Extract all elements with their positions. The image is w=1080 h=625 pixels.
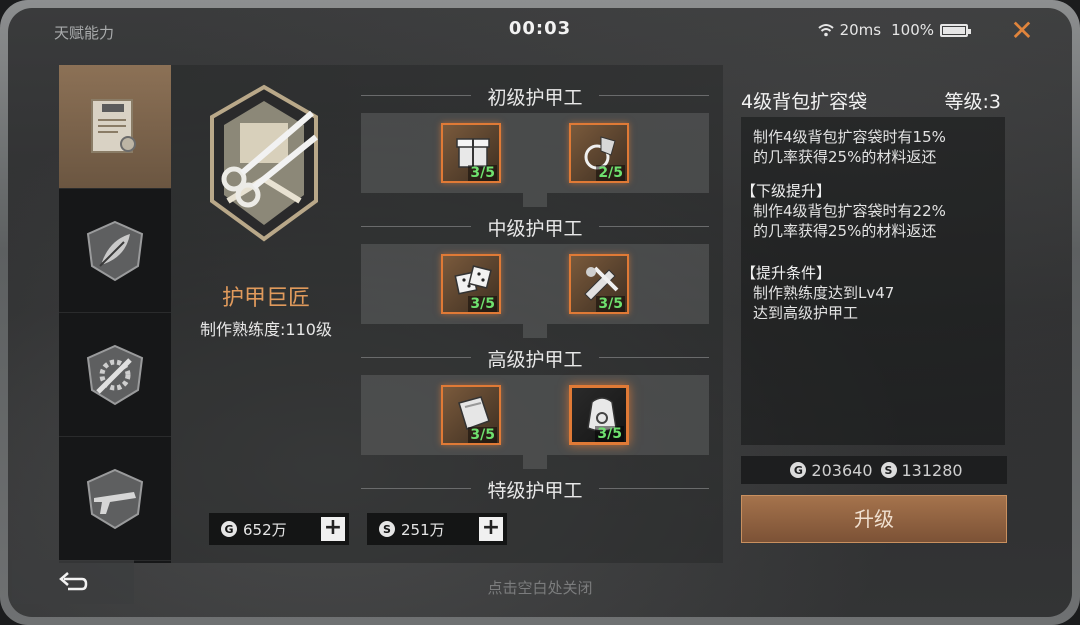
- gear-wrench-shield-icon: [86, 344, 144, 405]
- game-screen: 天赋能力 00:03 20ms 100% ✕ 护甲巨匠 制作熟练度:110级 G…: [8, 8, 1072, 617]
- close-icon[interactable]: ✕: [1004, 16, 1040, 46]
- battery-percent: 100%: [891, 21, 934, 39]
- add-gold-button[interactable]: +: [321, 517, 345, 541]
- gun-shield-icon: [86, 468, 144, 529]
- skill-dice[interactable]: 3/5: [441, 254, 501, 314]
- tier-title-basic: 初级护甲工: [361, 83, 709, 110]
- wifi-icon: [817, 24, 834, 37]
- tab-gear-wrench-shield[interactable]: [59, 313, 171, 437]
- leaf-shield-icon: [86, 220, 144, 281]
- requirement-line: 制作熟练度达到Lv47: [753, 284, 895, 302]
- requirement-line: 达到高级护甲工: [753, 304, 859, 322]
- trade-certificate-icon: [91, 98, 136, 153]
- skill-description-box: 制作4级背包扩容袋时有15% 的几率获得25%的材料返还 【下级提升】 制作4级…: [741, 117, 1005, 445]
- talent-category-tabs: [59, 65, 171, 563]
- ping-value: 20ms: [839, 21, 882, 39]
- skill-level-count: 3/5: [468, 165, 497, 181]
- skill-level-count: 3/5: [595, 426, 624, 442]
- skill-detail-panel: 4级背包扩容袋 等级:3 制作4级背包扩容袋时有15% 的几率获得25%的材料返…: [731, 65, 1014, 563]
- tier-connector: [523, 455, 547, 469]
- current-effect-line: 制作4级背包扩容袋时有15%: [753, 128, 946, 146]
- silver-coin-icon: S: [880, 462, 897, 478]
- silver-amount: 251万: [401, 520, 445, 539]
- gold-coin-icon: G: [790, 462, 807, 478]
- silver-cost: 131280: [901, 460, 963, 480]
- next-effect-line: 制作4级背包扩容袋时有22%: [753, 202, 946, 220]
- current-effect-line: 的几率获得25%的材料返还: [753, 148, 937, 166]
- skill-tools-bundle[interactable]: 3/5: [569, 254, 629, 314]
- tier-connector: [523, 324, 547, 338]
- gold-cost: 203640: [811, 460, 873, 480]
- skill-level: 等级:3: [944, 91, 1002, 113]
- next-level-effect: 制作4级背包扩容袋时有22% 的几率获得25%的材料返还: [751, 201, 995, 241]
- talent-name: 护甲巨匠: [221, 286, 310, 311]
- skill-gift-box[interactable]: 3/5: [441, 123, 501, 183]
- gold-amount: 652万: [243, 520, 287, 539]
- skill-level-count: 3/5: [468, 296, 497, 312]
- add-silver-button[interactable]: +: [479, 517, 503, 541]
- gold-coin-icon: G: [221, 521, 237, 537]
- upgrade-cost: G 203640 S 131280: [741, 456, 1007, 484]
- tab-trade-certificate[interactable]: [59, 65, 171, 189]
- tier-row-basic: 3/5 2/5: [361, 113, 709, 193]
- tier-row-advanced: 3/5 3/5: [361, 375, 709, 455]
- skill-lantern[interactable]: 2/5: [569, 123, 629, 183]
- battery-icon: [940, 23, 971, 37]
- skill-backpack[interactable]: 3/5: [569, 385, 629, 445]
- requirements-list: 制作熟练度达到Lv47 达到高级护甲工: [751, 283, 995, 323]
- tier-connector: [523, 193, 547, 207]
- skill-cloth-pouch[interactable]: 3/5: [441, 385, 501, 445]
- upgrade-button[interactable]: 升级: [741, 495, 1007, 543]
- tier-title-intermediate: 中级护甲工: [361, 214, 709, 241]
- system-status: 20ms 100%: [817, 21, 971, 39]
- skill-level-count: 3/5: [468, 427, 497, 443]
- silver-currency-display: S 251万 +: [367, 513, 507, 545]
- scissors-armor-emblem-icon: [210, 84, 318, 242]
- tier-row-intermediate: 3/5 3/5: [361, 244, 709, 324]
- current-effect: 制作4级背包扩容袋时有15% 的几率获得25%的材料返还: [751, 127, 995, 167]
- crafting-proficiency: 制作熟练度:110级: [200, 320, 332, 339]
- skill-level-count: 2/5: [596, 165, 625, 181]
- requirements-header: 【提升条件】: [741, 264, 832, 282]
- tab-gun-shield[interactable]: [59, 437, 171, 561]
- tier-title-advanced: 高级护甲工: [361, 345, 709, 372]
- gold-currency-display: G 652万 +: [209, 513, 349, 545]
- device-frame: 天赋能力 00:03 20ms 100% ✕ 护甲巨匠 制作熟练度:110级 G…: [0, 0, 1080, 625]
- tier-title-expert: 特级护甲工: [361, 476, 709, 503]
- tab-leaf-shield[interactable]: [59, 189, 171, 313]
- skill-title: 4级背包扩容袋: [741, 91, 868, 113]
- next-level-header: 【下级提升】: [741, 182, 832, 200]
- skill-level-count: 3/5: [596, 296, 625, 312]
- status-bar: 天赋能力 00:03 20ms 100% ✕: [8, 8, 1072, 54]
- talent-tree-panel: 护甲巨匠 制作熟练度:110级 G 652万 + S 251万 + 初级护甲工 …: [171, 65, 723, 563]
- silver-coin-icon: S: [379, 521, 395, 537]
- close-hint[interactable]: 点击空白处关闭: [8, 577, 1072, 598]
- next-effect-line: 的几率获得25%的材料返还: [753, 222, 937, 240]
